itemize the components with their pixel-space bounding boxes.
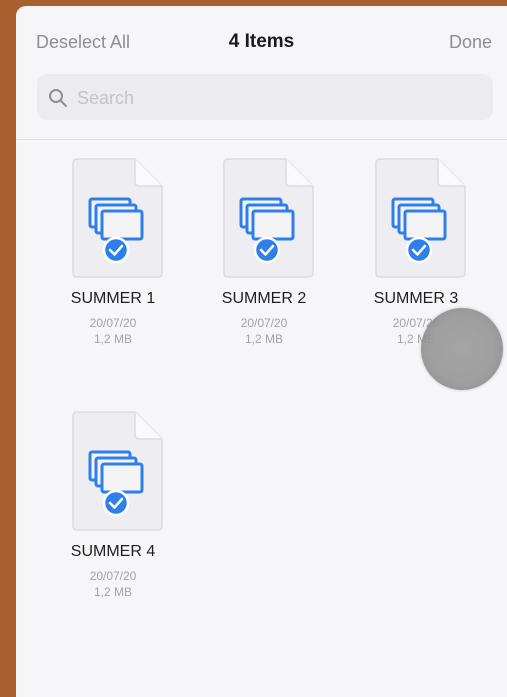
file-name: SUMMER 3 [373,290,459,307]
file-size: 1,2 MB [93,332,132,346]
selected-checkmark-icon [405,236,433,264]
selected-checkmark-icon [102,489,130,517]
file-item[interactable]: SUMMER 1 20/07/20 1,2 MB [43,158,183,358]
touch-indicator [421,308,503,390]
file-picker-sheet: Deselect All 4 Items Done SUMMER 1 20/07… [16,6,507,697]
divider [16,139,507,140]
navigation-bar: Deselect All 4 Items Done [16,6,507,70]
file-item[interactable]: SUMMER 4 20/07/20 1,2 MB [43,411,183,611]
file-date: 20/07/20 [89,569,137,583]
stack-document-icon [72,158,163,278]
selected-checkmark-icon [102,236,130,264]
page-title: 4 Items [228,31,295,52]
file-name: SUMMER 4 [70,543,156,560]
file-name: SUMMER 2 [221,290,307,307]
file-date: 20/07/20 [240,316,288,330]
file-date: 20/07/20 [89,316,137,330]
file-name: SUMMER 1 [70,290,156,307]
file-item[interactable]: SUMMER 2 20/07/20 1,2 MB [194,158,334,358]
done-button[interactable]: Done [449,32,492,53]
search-icon [49,89,67,107]
stack-document-icon [223,158,314,278]
search-bar[interactable] [37,74,493,120]
selected-checkmark-icon [253,236,281,264]
file-size: 1,2 MB [93,585,132,599]
stack-document-icon [375,158,466,278]
stack-document-icon [72,411,163,531]
file-size: 1,2 MB [244,332,283,346]
search-input[interactable] [75,82,479,114]
